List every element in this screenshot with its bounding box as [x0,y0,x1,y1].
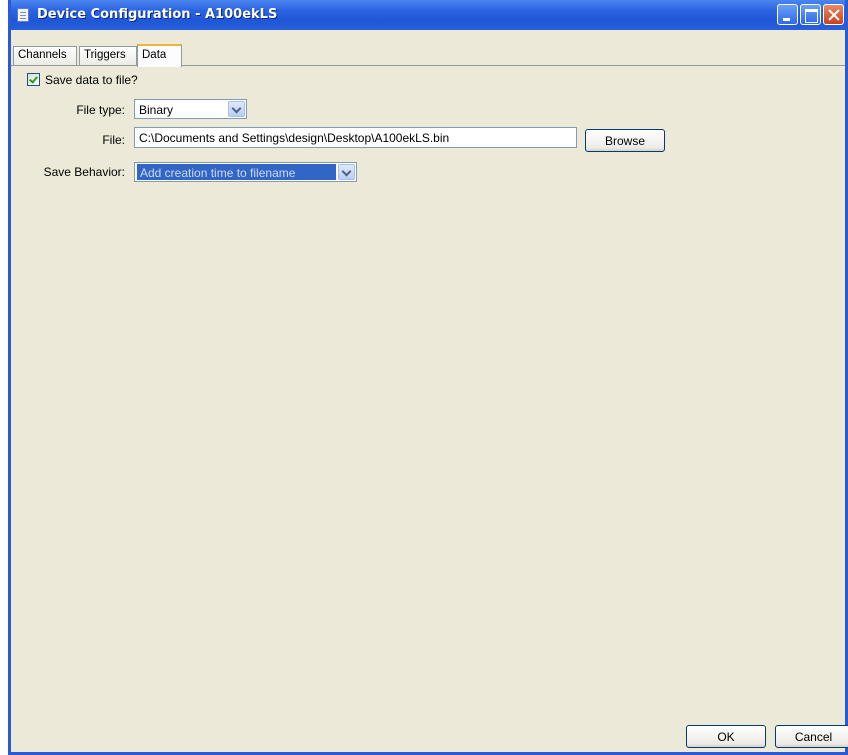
tab-channels[interactable]: Channels [13,46,77,65]
save-behavior-value: Add creation time to filename [137,164,336,180]
minimize-button[interactable] [777,4,798,25]
tab-triggers[interactable]: Triggers [79,46,137,65]
file-label: File: [102,133,125,147]
file-path-input[interactable] [134,127,577,148]
file-type-select[interactable]: Binary [134,99,247,119]
browse-button[interactable]: Browse [585,129,665,152]
cancel-button[interactable]: Cancel [775,725,848,748]
save-behavior-select[interactable]: Add creation time to filename [134,162,357,182]
title-bar[interactable]: Device Configuration - A100ekLS [11,0,845,30]
data-tab-panel [11,65,845,705]
document-icon [17,8,29,22]
device-configuration-window: Device Configuration - A100ekLS Channels… [8,0,848,755]
close-button[interactable] [823,4,844,25]
save-data-checkbox[interactable] [27,73,40,86]
window-title: Device Configuration - A100ekLS [37,7,278,22]
tab-data[interactable]: Data [137,44,182,67]
file-type-label: File type: [76,103,125,117]
chevron-down-icon[interactable] [228,101,245,117]
save-behavior-label: Save Behavior: [43,165,125,179]
file-type-value: Binary [139,103,174,117]
ok-button[interactable]: OK [686,725,766,748]
maximize-button[interactable] [800,4,821,25]
checkmark-icon [29,74,38,84]
save-data-label[interactable]: Save data to file? [45,73,138,87]
chevron-down-icon[interactable] [338,164,355,180]
